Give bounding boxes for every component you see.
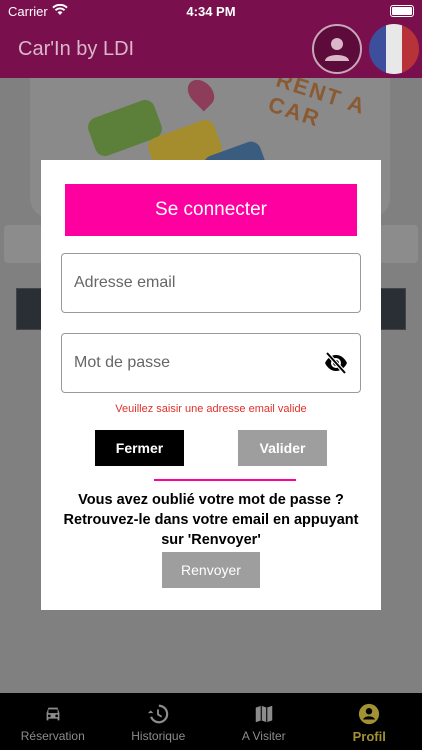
avatar-button[interactable]	[312, 24, 362, 74]
forgot-password-text: Vous avez oublié votre mot de passe ? Re…	[41, 490, 381, 550]
nav-item-to-visit[interactable]: A Visiter	[211, 693, 317, 750]
email-input[interactable]	[74, 254, 324, 312]
nav-item-history[interactable]: Historique	[106, 693, 212, 750]
history-icon	[148, 704, 169, 724]
profile-icon	[359, 703, 380, 725]
nav-label-history: Historique	[131, 729, 186, 743]
nav-label-reservation: Réservation	[20, 729, 85, 743]
app-bar: Car'In by LDI	[0, 22, 422, 78]
nav-label-to-visit: A Visiter	[241, 729, 286, 743]
bottom-navigation: Réservation Historique A Visiter Profil	[0, 693, 422, 750]
clock: 4:34 PM	[186, 4, 236, 19]
forgot-password-line-2: Retrouvez-le dans votre email en appuyan…	[63, 512, 359, 528]
french-flag-language-button[interactable]	[369, 24, 419, 74]
app-title: Car'In by LDI	[18, 38, 135, 60]
validate-button[interactable]: Valider	[238, 430, 327, 466]
nav-item-profile[interactable]: Profil	[317, 693, 422, 750]
banner-text: RENT A CAR	[265, 78, 369, 132]
eye-slash-icon[interactable]	[324, 352, 348, 374]
nav-item-reservation[interactable]: Réservation	[0, 693, 106, 750]
divider	[154, 479, 296, 481]
battery-icon	[390, 5, 414, 17]
email-field[interactable]	[61, 253, 361, 313]
email-error-message: Veuillez saisir une adresse email valide	[115, 403, 307, 415]
dialog-title: Se connecter	[65, 184, 357, 236]
forgot-password-line-1: Vous avez oublié votre mot de passe ?	[78, 492, 344, 508]
status-bar: Carrier 4:34 PM	[0, 0, 422, 22]
car-icon	[46, 707, 60, 721]
user-icon	[325, 38, 349, 61]
login-dialog: Se connecter Veuillez saisir une adresse…	[41, 160, 381, 610]
close-button[interactable]: Fermer	[95, 430, 184, 466]
nav-label-profile: Profil	[352, 729, 386, 744]
resend-button[interactable]: Renvoyer	[162, 552, 260, 588]
password-input[interactable]	[74, 334, 324, 392]
map-icon	[255, 705, 272, 723]
password-field[interactable]	[61, 333, 361, 393]
forgot-password-line-3: sur 'Renvoyer'	[161, 532, 261, 548]
